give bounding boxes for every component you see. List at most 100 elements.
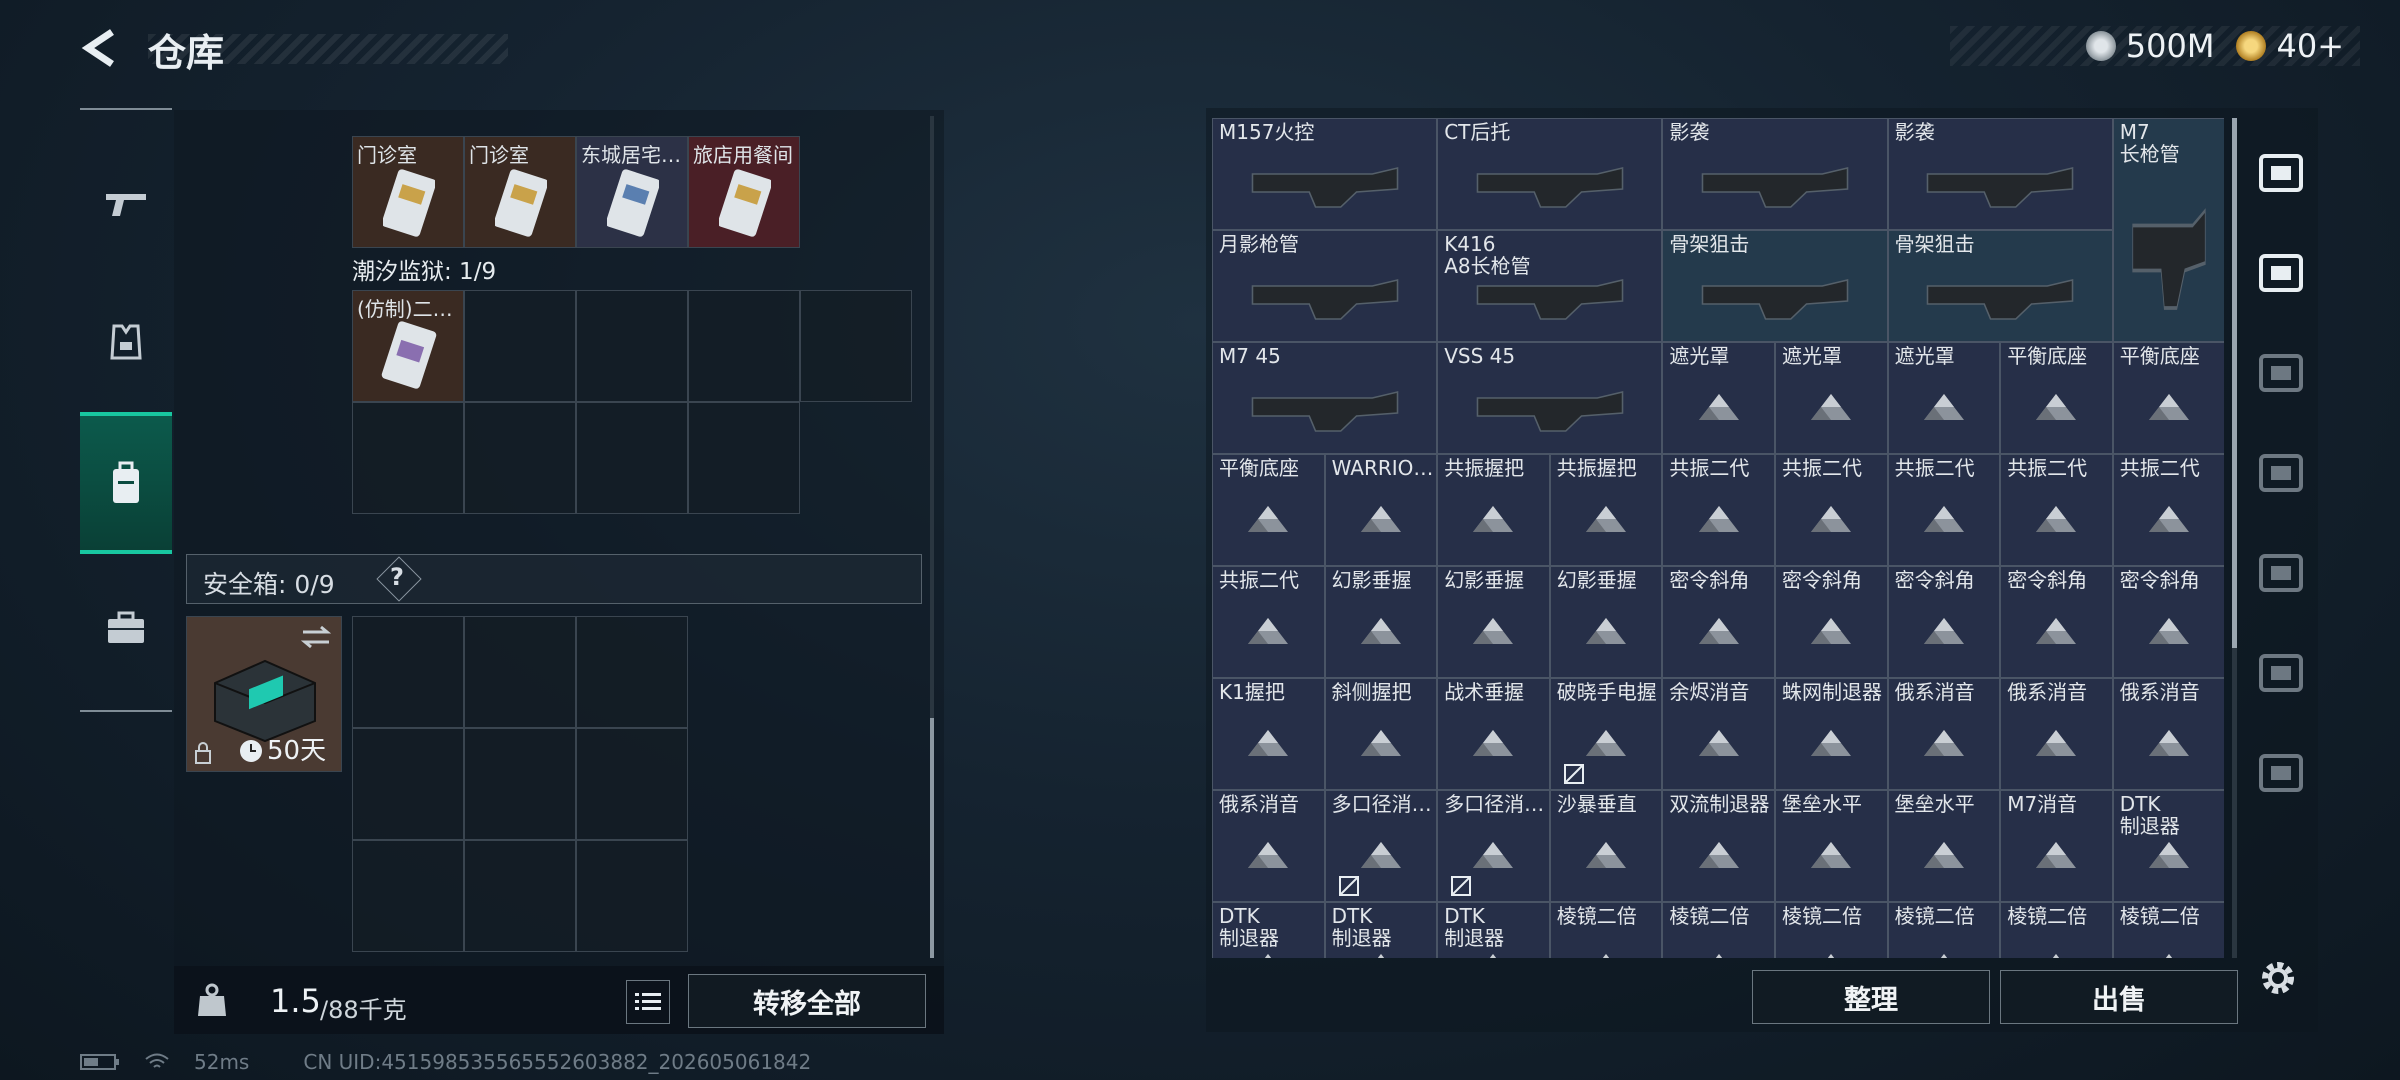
stash-item[interactable]: 堡垒水平	[1775, 790, 1888, 902]
nav-item-weapons[interactable]	[80, 164, 172, 242]
stash-item[interactable]: M7 45	[1212, 342, 1438, 454]
stash-item[interactable]: 棱镜二倍	[1887, 902, 2001, 958]
nav-item-case[interactable]	[80, 578, 172, 678]
safe-box-item[interactable]: 50天	[186, 616, 342, 772]
stash-item[interactable]: 共振二代	[1887, 454, 2001, 566]
stash-item[interactable]: DTK 制退器	[1437, 902, 1550, 958]
transfer-all-button[interactable]: 转移全部	[688, 974, 926, 1028]
stash-item[interactable]: 密令斜角	[2112, 566, 2224, 678]
inventory-item[interactable]: 东城居宅…	[576, 136, 688, 248]
safe-slot[interactable]	[576, 840, 688, 952]
stash-item[interactable]: DTK 制退器	[1324, 902, 1438, 958]
stash-item[interactable]: 幻影垂握	[1549, 566, 1663, 678]
stash-item[interactable]: 密令斜角	[2000, 566, 2113, 678]
stash-item[interactable]: 骨架狙击	[1887, 230, 2113, 342]
stash-item[interactable]: 棱镜二倍	[1775, 902, 1888, 958]
safe-slot[interactable]	[352, 840, 464, 952]
stash-item[interactable]: 共振二代	[1662, 454, 1775, 566]
grid-slot[interactable]	[688, 402, 800, 514]
stash-item[interactable]: 俄系消音	[2000, 678, 2113, 790]
stash-item[interactable]: 共振二代	[1775, 454, 1888, 566]
safe-slot[interactable]	[576, 616, 688, 728]
stash-item[interactable]: VSS 45	[1437, 342, 1663, 454]
stash-item[interactable]: 堡垒水平	[1887, 790, 2001, 902]
grid-slot[interactable]	[576, 402, 688, 514]
stash-item[interactable]: 沙暴垂直	[1549, 790, 1663, 902]
stash-item[interactable]: 密令斜角	[1775, 566, 1888, 678]
filter-item-helmet[interactable]	[2244, 128, 2318, 218]
currency-silver[interactable]: 500M	[2085, 27, 2214, 65]
back-button[interactable]	[78, 26, 122, 70]
stash-item[interactable]: 遮光罩	[1887, 342, 2001, 454]
stash-item[interactable]: 棱镜二倍	[1549, 902, 1663, 958]
filter-item-gti-cursor[interactable]	[2244, 628, 2318, 718]
stash-item[interactable]: 棱镜二倍	[1662, 902, 1775, 958]
grid-slot[interactable]	[464, 402, 576, 514]
filter-item-iv-add[interactable]	[2244, 728, 2318, 818]
stash-item[interactable]: 俄系消音	[1212, 790, 1325, 902]
stash-item[interactable]: 多口径消…	[1437, 790, 1550, 902]
grid-slot[interactable]	[464, 290, 576, 402]
grid-slot[interactable]	[576, 290, 688, 402]
stash-item[interactable]: DTK 制退器	[2112, 790, 2224, 902]
stash-item[interactable]: M157火控	[1212, 118, 1438, 230]
swap-icon[interactable]	[301, 625, 331, 649]
stash-item[interactable]: M7消音	[2000, 790, 2113, 902]
stash-item[interactable]: 俄系消音	[1887, 678, 2001, 790]
stash-item[interactable]: 平衡底座	[2112, 342, 2224, 454]
settings-button[interactable]	[2256, 956, 2300, 1004]
stash-item[interactable]: 平衡底座	[1212, 454, 1325, 566]
inventory-item[interactable]: (仿制)二…	[352, 290, 464, 402]
safe-slot[interactable]	[352, 728, 464, 840]
grid-slot[interactable]	[352, 402, 464, 514]
stash-item[interactable]: 密令斜角	[1662, 566, 1775, 678]
stash-item[interactable]: K416 A8长枪管	[1437, 230, 1663, 342]
inventory-item[interactable]: 门诊室	[352, 136, 464, 248]
currency-gold[interactable]: 40+	[2236, 27, 2344, 65]
safe-slot[interactable]	[576, 728, 688, 840]
stash-scrollbar-thumb[interactable]	[2232, 118, 2237, 648]
stash-item[interactable]: WARRIO…	[1324, 454, 1438, 566]
filter-item-gti-rifle[interactable]	[2244, 228, 2318, 318]
inventory-item[interactable]: 门诊室	[464, 136, 576, 248]
stash-item[interactable]: 双流制退器	[1662, 790, 1775, 902]
stash-item[interactable]: 密令斜角	[1887, 566, 2001, 678]
stash-item[interactable]: 骨架狙击	[1662, 230, 1888, 342]
stash-item[interactable]: 影袭	[1887, 118, 2113, 230]
left-scrollbar-thumb[interactable]	[930, 718, 934, 958]
safe-slot[interactable]	[352, 616, 464, 728]
safe-slot[interactable]	[464, 616, 576, 728]
inventory-item[interactable]: 旅店用餐间	[688, 136, 800, 248]
sell-button[interactable]: 出售	[2000, 970, 2238, 1024]
stash-item[interactable]: 蛛网制退器	[1775, 678, 1888, 790]
stash-item[interactable]: 共振二代	[2000, 454, 2113, 566]
stash-item[interactable]: 遮光罩	[1775, 342, 1888, 454]
nav-item-backpack[interactable]	[80, 412, 172, 554]
stash-item[interactable]: M7 长枪管	[2112, 118, 2224, 342]
stash-item[interactable]: 俄系消音	[2112, 678, 2224, 790]
stash-item[interactable]: 战术垂握	[1437, 678, 1550, 790]
stash-item[interactable]: 月影枪管	[1212, 230, 1438, 342]
stash-item[interactable]: 棱镜二倍	[2112, 902, 2224, 958]
stash-item[interactable]: 幻影垂握	[1324, 566, 1438, 678]
safe-slot[interactable]	[464, 728, 576, 840]
stash-item[interactable]: 棱镜二倍	[2000, 902, 2113, 958]
stash-item[interactable]: 幻影垂握	[1437, 566, 1550, 678]
stash-item[interactable]: 共振二代	[2112, 454, 2224, 566]
stash-item[interactable]: 斜侧握把	[1324, 678, 1438, 790]
arrange-button[interactable]: 整理	[1752, 970, 1990, 1024]
stash-item[interactable]: 影袭	[1662, 118, 1888, 230]
nav-item-armor[interactable]	[80, 292, 172, 392]
stash-item[interactable]: DTK 制退器	[1212, 902, 1325, 958]
stash-item[interactable]: 共振二代	[1212, 566, 1325, 678]
stash-item[interactable]: K1握把	[1212, 678, 1325, 790]
stash-item[interactable]: 余烬消音	[1662, 678, 1775, 790]
stash-item[interactable]: 破晓手电握	[1549, 678, 1663, 790]
stash-item[interactable]: CT后托	[1437, 118, 1663, 230]
stash-item[interactable]: 遮光罩	[1662, 342, 1775, 454]
stash-item[interactable]: 共振握把	[1549, 454, 1663, 566]
stash-item[interactable]: 共振握把	[1437, 454, 1550, 566]
grid-slot[interactable]	[800, 290, 912, 402]
stash-item[interactable]: 多口径消…	[1324, 790, 1438, 902]
filter-item-iv-folder[interactable]	[2244, 328, 2318, 418]
